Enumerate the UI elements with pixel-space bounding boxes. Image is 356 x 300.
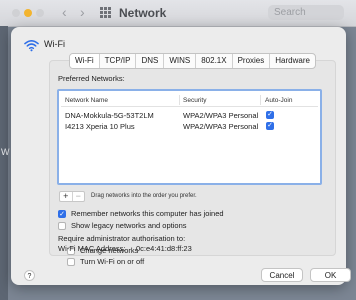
column-divider (179, 95, 180, 105)
background-sidebar-text: W (1, 147, 10, 157)
network-row-2-name[interactable]: I4213 Xperia 10 Plus (65, 122, 135, 131)
cancel-button[interactable]: Cancel (261, 268, 303, 282)
header-divider (61, 106, 318, 107)
remember-networks-option[interactable]: ✓ Remember networks this computer has jo… (58, 209, 224, 218)
network-row-1-autojoin-checkbox[interactable]: ✓ (266, 111, 274, 119)
wifi-icon (24, 40, 39, 52)
remember-networks-checkbox[interactable]: ✓ (58, 209, 66, 218)
tab-proxies[interactable]: Proxies (231, 54, 270, 68)
add-remove-control: + − (59, 191, 85, 202)
column-header-security[interactable]: Security (183, 97, 206, 104)
legacy-networks-option[interactable]: Show legacy networks and options (58, 221, 187, 230)
mac-address-label: Wi-Fi MAC Address: (58, 244, 126, 253)
remember-networks-label: Remember networks this computer has join… (71, 209, 224, 218)
mac-address-value: 0c:e4:41:d8:ff:23 (136, 244, 192, 253)
close-window-button[interactable] (12, 9, 20, 17)
tab-tcpip[interactable]: TCP/IP (98, 54, 136, 68)
window-title: Network (119, 6, 167, 20)
preferred-networks-label: Preferred Networks: (58, 74, 125, 83)
network-row-1-security: WPA2/WPA3 Personal (183, 111, 259, 120)
sheet-title: Wi-Fi (44, 39, 65, 49)
turn-wifi-label: Turn Wi-Fi on or off (80, 257, 145, 266)
tab-dns[interactable]: DNS (135, 54, 163, 68)
column-header-auto-join[interactable]: Auto-Join (265, 97, 292, 104)
background-sidebar: W (0, 26, 10, 300)
search-field[interactable]: Search (268, 5, 344, 20)
legacy-networks-checkbox[interactable] (58, 221, 66, 230)
network-row-1-name[interactable]: DNA-Mokkula-5G-53T2LM (65, 111, 154, 120)
drag-hint-text: Drag networks into the order you prefer. (91, 193, 197, 199)
tab-bar: Wi-Fi TCP/IP DNS WINS 802.1X Proxies Har… (69, 53, 316, 69)
column-header-network-name[interactable]: Network Name (65, 97, 108, 104)
turn-wifi-option[interactable]: Turn Wi-Fi on or off (67, 257, 144, 266)
column-divider (260, 95, 261, 105)
back-chevron-icon[interactable]: ‹ (62, 4, 67, 20)
tab-wifi[interactable]: Wi-Fi (70, 54, 99, 68)
turn-wifi-checkbox[interactable] (67, 257, 75, 266)
legacy-networks-label: Show legacy networks and options (71, 221, 187, 230)
minimize-window-button[interactable] (24, 9, 32, 17)
background-toolbar: ‹ › Network Search (0, 0, 356, 27)
network-row-2-security: WPA2/WPA3 Personal (183, 122, 259, 131)
zoom-window-button[interactable] (36, 9, 44, 17)
ok-button[interactable]: OK (310, 268, 351, 282)
network-row-2-autojoin-checkbox[interactable]: ✓ (266, 122, 274, 130)
tab-hardware[interactable]: Hardware (269, 54, 315, 68)
add-network-button[interactable]: + (60, 192, 72, 201)
show-all-grid-icon[interactable] (100, 7, 111, 18)
admin-authorisation-label: Require administrator authorisation to: (58, 234, 186, 243)
remove-network-button[interactable]: − (71, 192, 85, 201)
tab-wins[interactable]: WINS (163, 54, 195, 68)
help-button[interactable]: ? (24, 270, 35, 281)
forward-chevron-icon[interactable]: › (80, 4, 85, 20)
preferred-networks-table[interactable]: Network Name Security Auto-Join DNA-Mokk… (57, 89, 322, 185)
tab-8021x[interactable]: 802.1X (195, 54, 231, 68)
